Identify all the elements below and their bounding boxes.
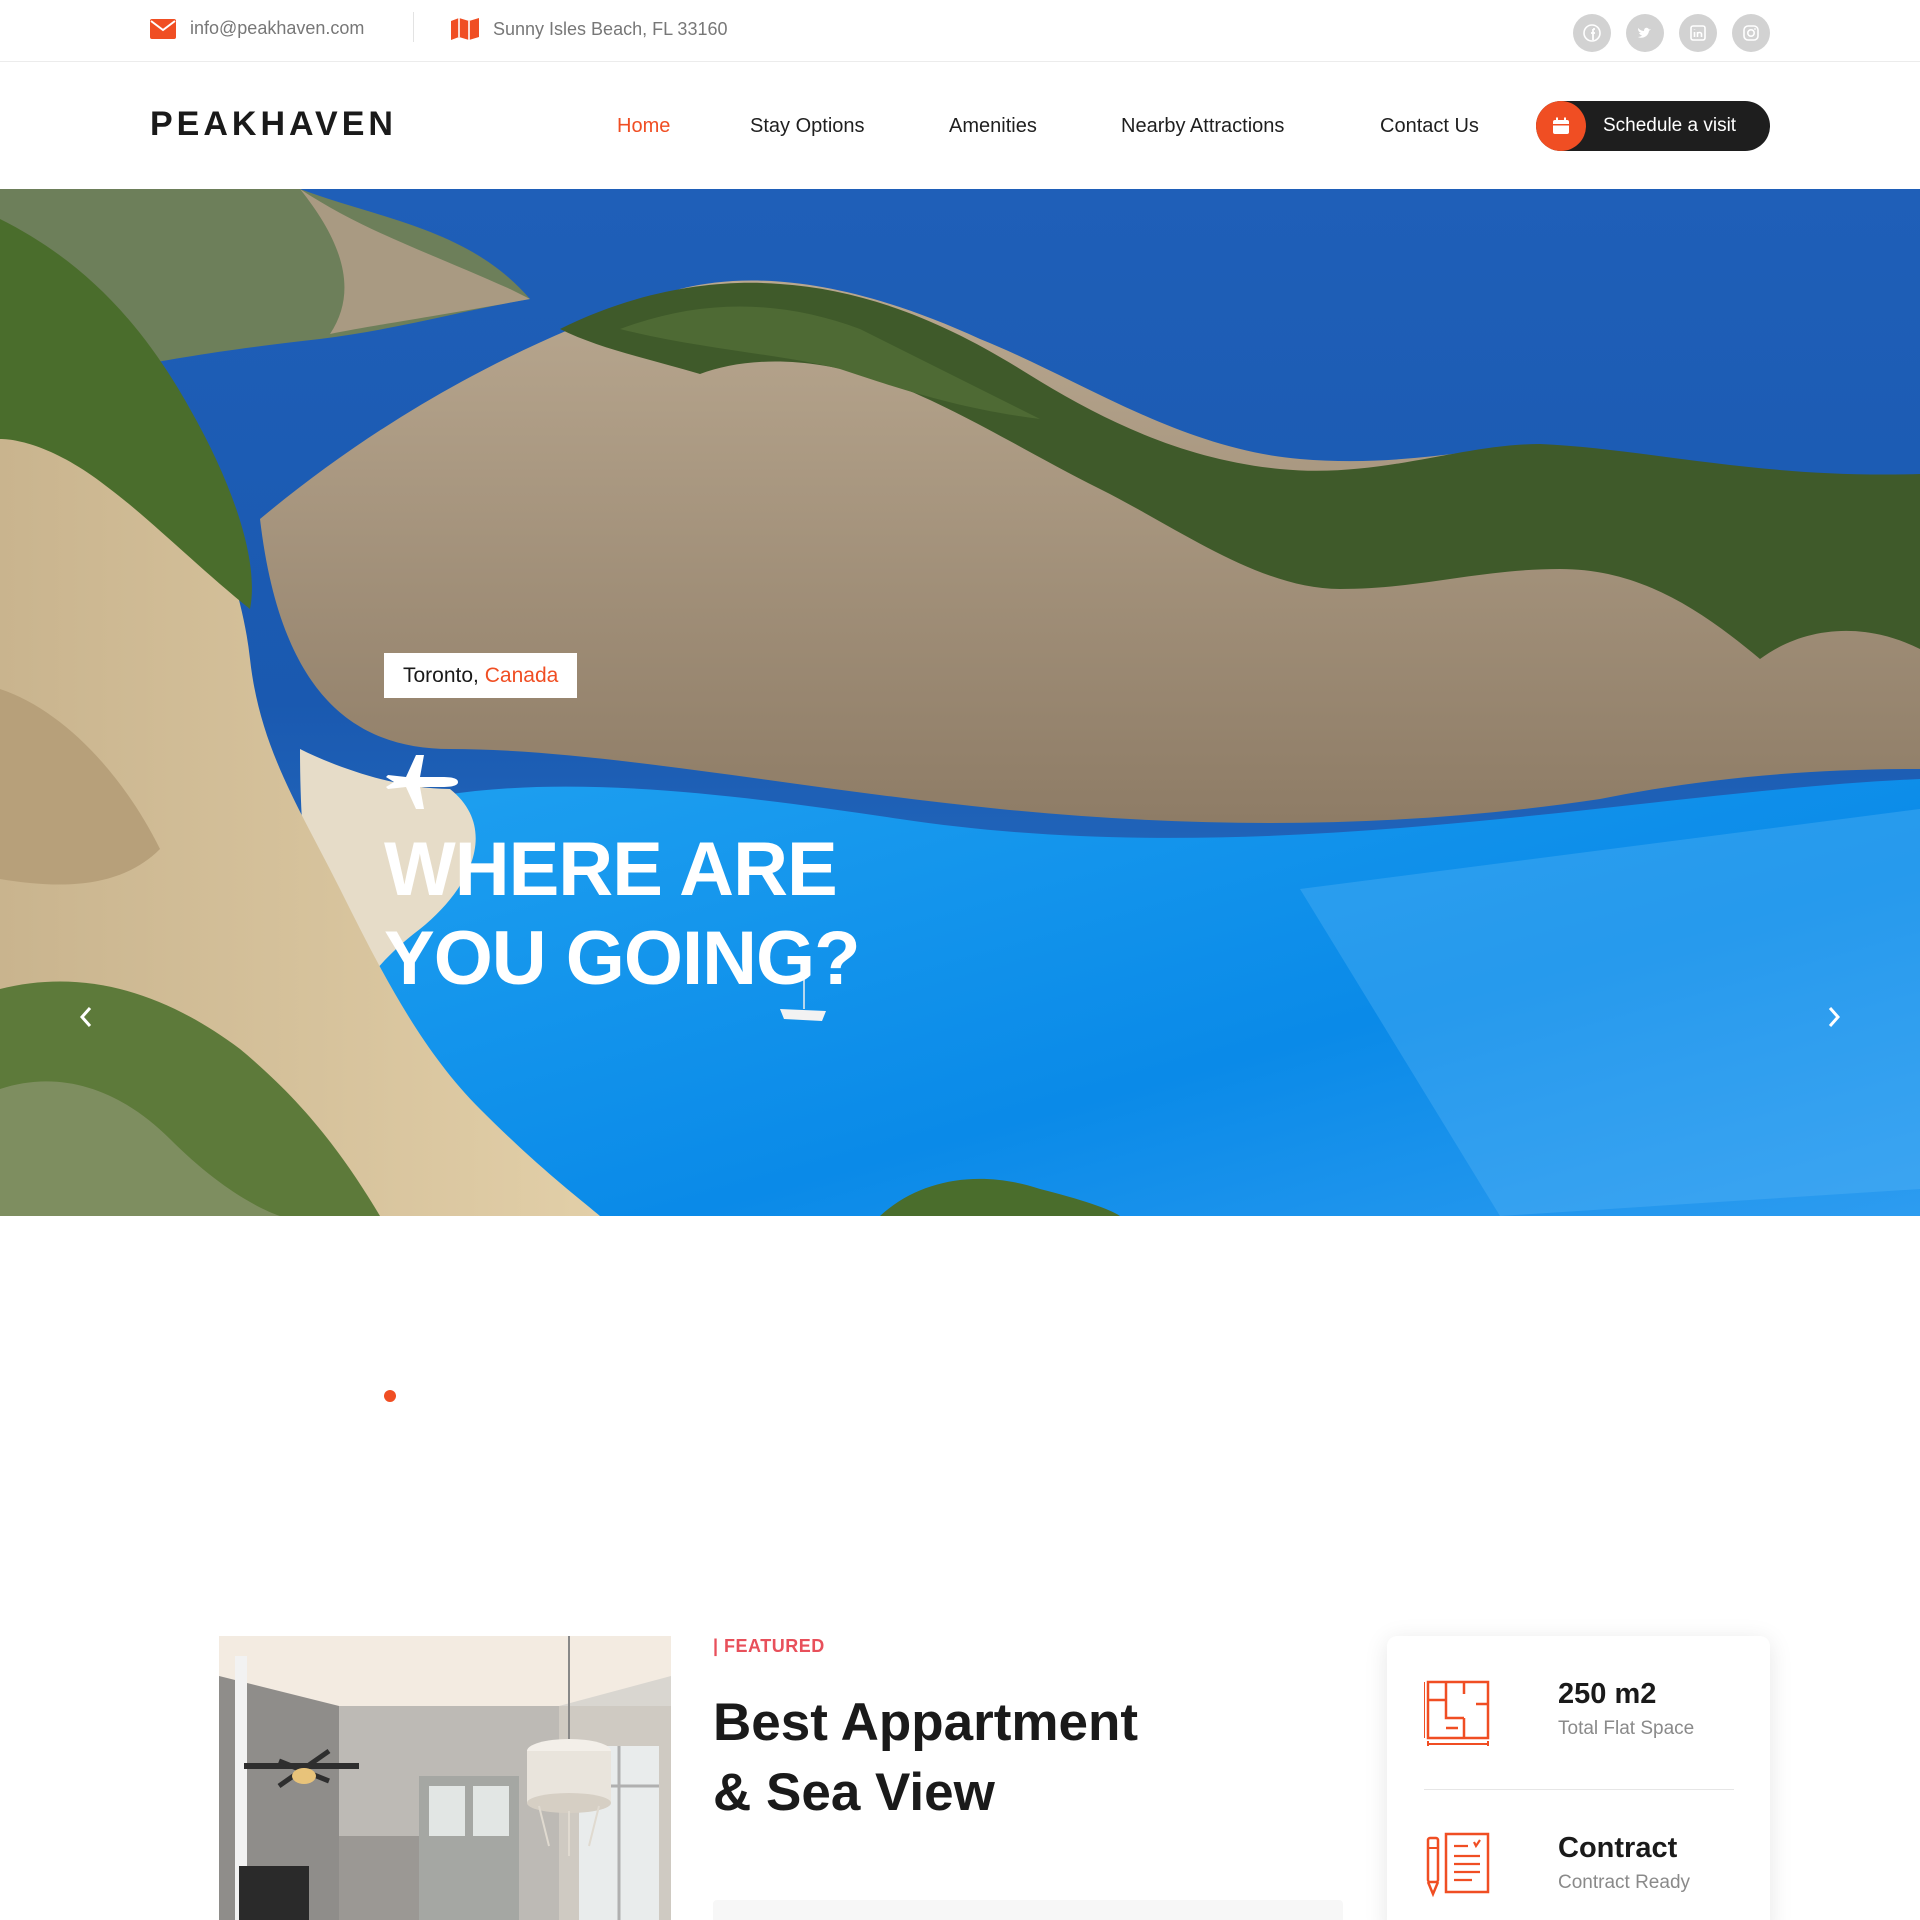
hero-slider: Toronto, Canada WHERE ARE YOU GOING? [0, 189, 1920, 1216]
stat-label: Contract Ready [1558, 1872, 1691, 1893]
hero-heading: WHERE ARE YOU GOING? [384, 825, 861, 1003]
map-icon [451, 18, 479, 40]
nav-nearby-attractions[interactable]: Nearby Attractions [1121, 115, 1284, 138]
property-stats-card: 250 m2 Total Flat Space Contract Contrac… [1387, 1636, 1770, 1920]
hero-heading-line1: WHERE ARE [384, 827, 838, 912]
chevron-right-icon [1828, 1007, 1841, 1027]
featured-heading-line1: Best Appartment [713, 1693, 1139, 1752]
slider-next-arrow[interactable] [1816, 997, 1852, 1037]
hero-landscape-image [0, 189, 1920, 1216]
airplane-icon [386, 755, 458, 809]
location-badge: Toronto, Canada [384, 653, 578, 698]
stat-label: Total Flat Space [1558, 1718, 1695, 1739]
location-city: Toronto, [403, 663, 479, 687]
nav-stay-options[interactable]: Stay Options [750, 115, 865, 138]
nav-contact-us[interactable]: Contact Us [1380, 115, 1479, 138]
top-bar: info@peakhaven.com Sunny Isles Beach, FL… [0, 0, 1920, 62]
featured-content-panel [713, 1900, 1343, 1920]
contract-icon [1426, 1832, 1490, 1898]
hero-heading-line2: YOU GOING? [384, 916, 861, 1001]
slider-dot-active[interactable] [384, 1390, 396, 1402]
linkedin-icon[interactable] [1679, 14, 1717, 52]
stat-value: Contract [1558, 1832, 1678, 1864]
chevron-left-icon [79, 1007, 92, 1027]
twitter-icon[interactable] [1626, 14, 1664, 52]
address-text: Sunny Isles Beach, FL 33160 [493, 18, 728, 39]
topbar-divider [413, 12, 414, 42]
featured-tag: | FEATURED [713, 1636, 825, 1656]
slider-prev-arrow[interactable] [68, 997, 104, 1037]
nav-amenities[interactable]: Amenities [949, 115, 1037, 138]
featured-heading: Best Appartment & Sea View [713, 1688, 1138, 1828]
location-country: Canada [484, 663, 559, 687]
stats-divider [1424, 1789, 1734, 1790]
facebook-icon[interactable] [1573, 14, 1611, 52]
featured-heading-line2: & Sea View [713, 1763, 995, 1822]
calendar-icon [1536, 101, 1586, 151]
email-text: info@peakhaven.com [190, 18, 365, 38]
stat-value: 250 m2 [1558, 1678, 1657, 1710]
nav-home[interactable]: Home [617, 115, 670, 138]
floorplan-icon [1424, 1680, 1490, 1746]
email-contact[interactable]: info@peakhaven.com [150, 18, 364, 39]
envelope-icon [150, 18, 176, 39]
schedule-visit-button[interactable]: Schedule a visit [1536, 101, 1770, 151]
schedule-visit-label: Schedule a visit [1603, 115, 1737, 136]
apartment-interior-image [219, 1636, 671, 1920]
main-header: PEAKHAVEN Home Stay Options Amenities Ne… [0, 63, 1920, 189]
site-logo[interactable]: PEAKHAVEN [150, 105, 397, 144]
instagram-icon[interactable] [1732, 14, 1770, 52]
address-contact: Sunny Isles Beach, FL 33160 [451, 18, 727, 40]
